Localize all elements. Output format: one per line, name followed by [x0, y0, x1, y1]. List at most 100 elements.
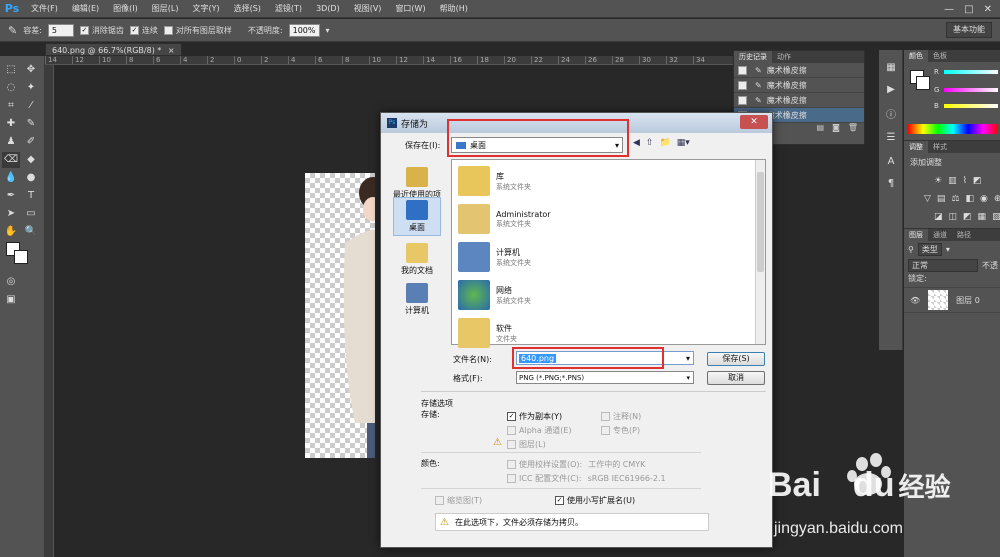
brightness-icon[interactable]: ☀	[934, 176, 942, 186]
mixer-icon[interactable]: ⊕	[994, 194, 1000, 204]
background-color-swatch[interactable]	[916, 76, 930, 90]
green-slider[interactable]	[944, 88, 998, 92]
contiguous-checkbox[interactable]: ✓	[129, 25, 139, 35]
menu-type[interactable]: 文字(Y)	[185, 3, 226, 14]
maximize-button[interactable]: □	[964, 4, 973, 15]
paint-bucket-tool-icon[interactable]: ◆	[22, 152, 40, 168]
list-item[interactable]: 库系统文件夹	[458, 162, 551, 200]
menu-3d[interactable]: 3D(D)	[309, 4, 347, 13]
new-folder-icon[interactable]: 📁	[659, 138, 670, 148]
sample-all-option[interactable]: 对所有图层取样	[163, 25, 232, 36]
cancel-button[interactable]: 取消	[707, 371, 765, 385]
menu-view[interactable]: 视图(V)	[347, 3, 389, 14]
tab-layers[interactable]: 图层	[904, 229, 928, 241]
background-color-swatch[interactable]	[14, 250, 28, 264]
shape-tool-icon[interactable]: ▭	[22, 206, 40, 222]
healing-tool-icon[interactable]: ✚	[2, 116, 20, 132]
photo-filter-icon[interactable]: ◉	[980, 194, 988, 204]
exposure-icon[interactable]: ◩	[973, 176, 982, 186]
selective-color-icon[interactable]: ▧	[992, 212, 1000, 222]
opacity-input[interactable]: 100%	[288, 23, 320, 37]
crop-tool-icon[interactable]: ⌗	[2, 98, 20, 114]
tolerance-input[interactable]: 5	[47, 23, 74, 37]
menu-help[interactable]: 帮助(H)	[433, 3, 475, 14]
marquee-tool-icon[interactable]: ⬚	[2, 62, 20, 78]
blend-mode-select[interactable]: 正常	[908, 258, 978, 272]
invert-icon[interactable]: ◪	[934, 212, 943, 222]
contiguous-option[interactable]: ✓ 连续	[129, 25, 158, 36]
history-checkbox[interactable]	[738, 65, 747, 75]
history-item[interactable]: ✎ 魔术橡皮擦	[734, 63, 864, 78]
brush-tool-icon[interactable]: ✎	[22, 116, 40, 132]
lowercase-ext-checkbox[interactable]: ✓	[555, 496, 564, 505]
history-item[interactable]: ✎ 魔术橡皮擦	[734, 93, 864, 108]
list-item[interactable]: Administrator 系统文件夹	[458, 200, 551, 238]
layer-kind-filter[interactable]: 类型	[917, 242, 942, 256]
snapshot-icon[interactable]: ◙	[832, 123, 840, 135]
tab-paths[interactable]: 路径	[952, 229, 976, 241]
red-slider[interactable]	[944, 70, 998, 74]
new-document-from-state-icon[interactable]: ▤	[817, 123, 825, 135]
scrollbar-thumb[interactable]	[757, 172, 764, 272]
screen-mode-icon[interactable]: ▣	[2, 292, 20, 308]
stamp-tool-icon[interactable]: ♟	[2, 134, 20, 150]
history-checkbox[interactable]	[738, 95, 747, 105]
back-icon[interactable]: ◀	[633, 138, 640, 148]
document-canvas[interactable]	[305, 173, 387, 458]
tab-styles[interactable]: 样式	[928, 141, 952, 153]
file-list-scrollbar[interactable]	[755, 160, 765, 344]
paragraph-panel-icon[interactable]: ¶	[882, 176, 900, 192]
history-item[interactable]: ✎ 魔术橡皮擦	[734, 78, 864, 93]
tab-swatches[interactable]: 色板	[928, 50, 952, 62]
bw-icon[interactable]: ◧	[966, 194, 975, 204]
magic-wand-tool-icon[interactable]: ✦	[22, 80, 40, 96]
quick-mask-icon[interactable]: ◎	[2, 274, 20, 290]
color-balance-icon[interactable]: ⚖	[951, 194, 959, 204]
menu-file[interactable]: 文件(F)	[24, 3, 65, 14]
tab-adjustments[interactable]: 调整	[904, 141, 928, 153]
levels-icon[interactable]: ▥	[948, 176, 957, 186]
close-window-button[interactable]: ✕	[984, 4, 992, 15]
character-panel-icon[interactable]: A	[882, 154, 900, 170]
view-menu-icon[interactable]: ▦▾	[677, 138, 690, 148]
antialias-option[interactable]: ✓ 消除锯齿	[79, 25, 124, 36]
as-copy-option[interactable]: ✓ 作为副本(Y)	[507, 411, 562, 422]
type-tool-icon[interactable]: T	[22, 188, 40, 204]
dialog-close-button[interactable]: ✕	[740, 115, 768, 129]
delete-state-icon[interactable]: 🗑	[848, 123, 858, 135]
history-checkbox[interactable]	[738, 80, 747, 90]
place-documents[interactable]: 我的文档	[393, 243, 441, 276]
up-folder-icon[interactable]: ⇧	[646, 138, 654, 148]
hand-tool-icon[interactable]: ✋	[2, 224, 20, 240]
tab-channels[interactable]: 通道	[928, 229, 952, 241]
document-tab[interactable]: 640.png @ 66.7%(RGB/8) * ×	[45, 43, 182, 56]
file-list[interactable]: 库系统文件夹 Administrator 系统文件夹 计算机 系统文件夹 网络 系统文…	[451, 159, 766, 348]
tab-actions[interactable]: 动作	[772, 51, 796, 63]
posterize-icon[interactable]: ◫	[949, 212, 958, 222]
magic-eraser-tool-icon[interactable]: ✎	[8, 24, 17, 37]
zoom-tool-icon[interactable]: 🔍	[22, 224, 40, 240]
path-select-tool-icon[interactable]: ➤	[2, 206, 20, 222]
place-computer[interactable]: 计算机	[393, 283, 441, 316]
actions-panel-icon[interactable]: ▶	[882, 82, 900, 98]
menu-filter[interactable]: 滤镜(T)	[268, 3, 309, 14]
place-desktop[interactable]: 桌面	[393, 197, 441, 236]
threshold-icon[interactable]: ◩	[963, 212, 972, 222]
gradient-map-icon[interactable]: ▦	[978, 212, 987, 222]
dodge-tool-icon[interactable]: ●	[22, 170, 40, 186]
history-panel-icon[interactable]: ▦	[882, 60, 900, 76]
menu-window[interactable]: 窗口(W)	[388, 3, 432, 14]
lasso-tool-icon[interactable]: ◌	[2, 80, 20, 96]
color-spectrum[interactable]	[908, 124, 998, 134]
format-select[interactable]: PNG (*.PNG;*.PNS) ▾	[516, 371, 694, 384]
properties-panel-icon[interactable]: ☰	[882, 130, 900, 146]
save-button[interactable]: 保存(S)	[707, 352, 765, 366]
menu-edit[interactable]: 编辑(E)	[65, 3, 106, 14]
blue-slider[interactable]	[944, 104, 998, 108]
move-tool-icon[interactable]: ✥	[22, 62, 40, 78]
list-item[interactable]: 计算机 系统文件夹	[458, 238, 551, 276]
opacity-dropdown-icon[interactable]: ▾	[326, 26, 330, 35]
tab-color[interactable]: 颜色	[904, 50, 928, 62]
menu-layer[interactable]: 图层(L)	[145, 3, 186, 14]
eraser-tool-icon[interactable]: ⌫	[2, 152, 20, 168]
